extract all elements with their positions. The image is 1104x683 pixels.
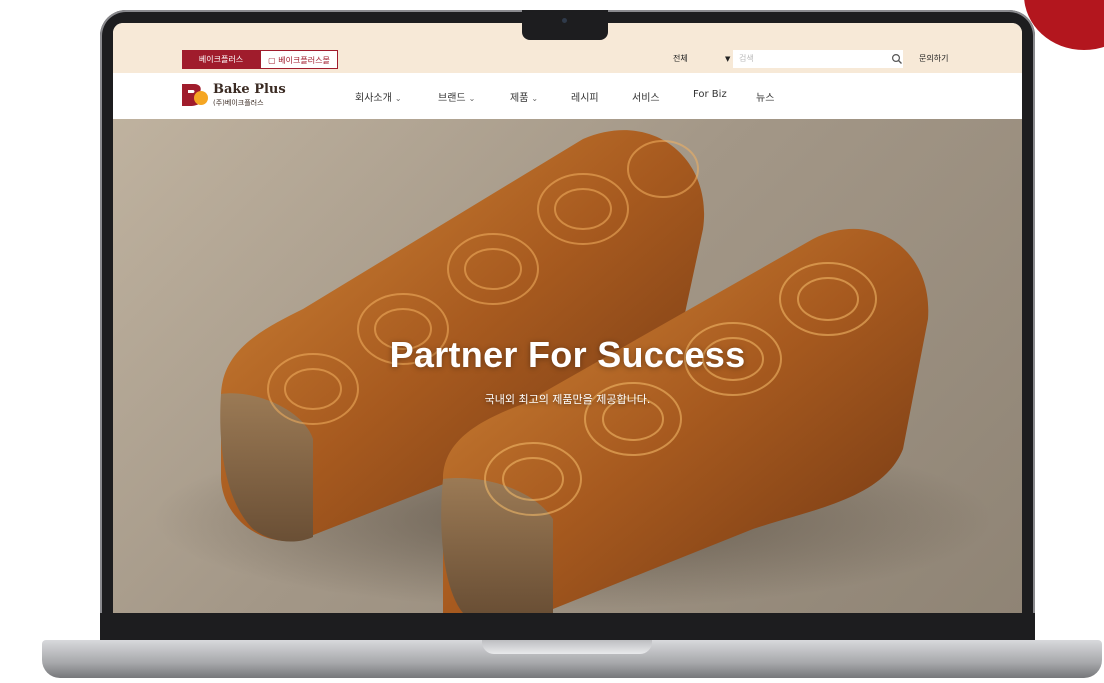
tab-bakeplus[interactable]: 베이크플러스 [182, 50, 260, 69]
main-nav: Bake Plus (주)베이크플러스 회사소개 ⌄ 브랜드 ⌄ 제품 ⌄ 레시피 서… [113, 73, 1022, 119]
caret-down-icon: ▼ [725, 55, 731, 63]
nav-company[interactable]: 회사소개 ⌄ [355, 89, 402, 104]
brand-sub: (주)베이크플러스 [213, 99, 264, 107]
laptop-bottom-bezel [100, 613, 1035, 643]
tab-bakeplus-mall[interactable]: ▢ 베이크플러스몰 [260, 50, 338, 69]
laptop-base [42, 640, 1102, 678]
contact-link[interactable]: 문의하기 [919, 50, 948, 68]
decorative-red-circle [1024, 0, 1104, 50]
camera-icon [562, 18, 567, 23]
nav-news[interactable]: 뉴스 [756, 89, 774, 104]
shop-bag-icon: ▢ [268, 56, 276, 65]
nav-for-biz[interactable]: For Biz [693, 89, 727, 100]
nav-brand-label: 브랜드 [438, 93, 466, 104]
nav-products-label: 제품 [510, 93, 529, 104]
chevron-down-icon: ⌄ [468, 94, 476, 103]
browser-screen: 베이크플러스 ▢ 베이크플러스몰 전체 ▼ 검색 문의하기 Bake Plus … [113, 23, 1022, 613]
hero-banner: Partner For Success 국내외 최고의 제품만을 제공합니다. [113, 119, 1022, 613]
laptop-opening-notch [482, 640, 652, 654]
chevron-down-icon: ⌄ [394, 94, 402, 103]
bakeplus-logo-icon[interactable] [180, 82, 210, 108]
hero-subtitle: 국내외 최고의 제품만을 제공합니다. [484, 393, 651, 406]
tab-bakeplus-mall-label: 베이크플러스몰 [278, 56, 330, 65]
search-input[interactable]: 검색 [733, 50, 903, 68]
hero-title: Partner For Success [389, 334, 746, 375]
search-scope-value: 전체 [673, 54, 688, 63]
nav-service[interactable]: 서비스 [632, 89, 660, 104]
chevron-down-icon: ⌄ [531, 94, 539, 103]
nav-recipe[interactable]: 레시피 [571, 89, 599, 104]
camera-notch [522, 10, 608, 40]
brand-name[interactable]: Bake Plus [213, 82, 286, 97]
nav-brand[interactable]: 브랜드 ⌄ [438, 89, 475, 104]
search-icon[interactable] [891, 53, 903, 65]
search-scope-select[interactable]: 전체 ▼ [673, 50, 733, 68]
nav-products[interactable]: 제품 ⌄ [510, 89, 538, 104]
nav-company-label: 회사소개 [355, 93, 392, 104]
